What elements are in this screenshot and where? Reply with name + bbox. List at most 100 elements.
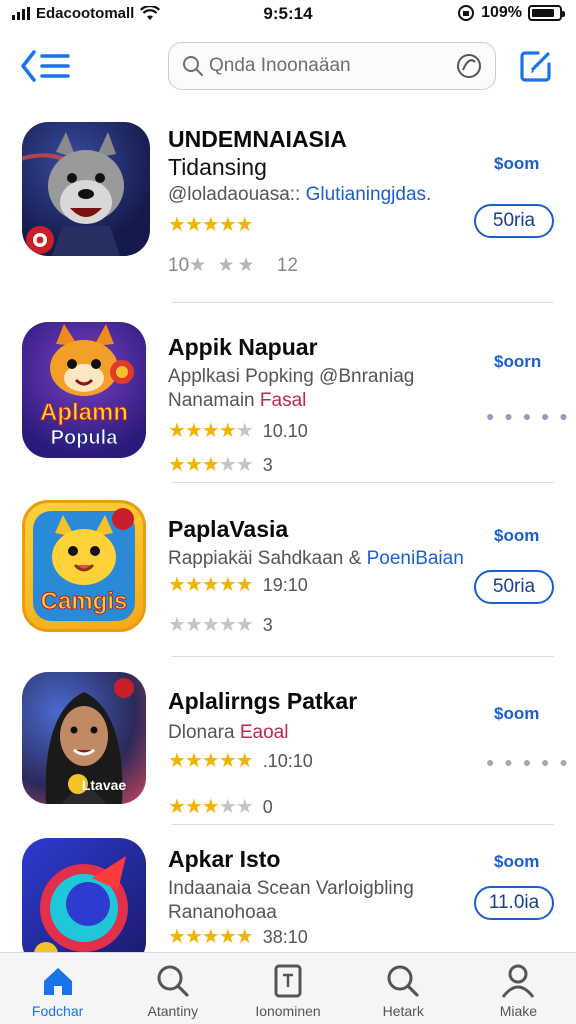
star-icon: ★ bbox=[218, 750, 237, 772]
star-icon: ★ bbox=[235, 214, 254, 236]
star-icon: ★ bbox=[201, 750, 220, 772]
star-icon: ★ bbox=[201, 214, 220, 236]
divider bbox=[172, 656, 554, 657]
get-button[interactable]: 50ria bbox=[474, 204, 554, 238]
cat-mascot-icon: Aplamn Popula bbox=[39, 324, 134, 449]
star-icon: ★ bbox=[168, 796, 186, 818]
star-icon: ★ bbox=[235, 750, 254, 772]
meta-value: 10 bbox=[168, 255, 190, 276]
star-icon: ★ bbox=[201, 574, 220, 596]
compose-icon bbox=[520, 51, 551, 82]
star-icon: ★ bbox=[184, 796, 203, 818]
app-subtitle: Rappiakäi Sahdkaan & PoeniBaian bbox=[168, 548, 464, 570]
app-subtitle: Indaanaia Scean Varloigbling bbox=[168, 878, 414, 899]
star-rating: ★★★★★ 19:10 bbox=[168, 572, 308, 597]
star-icon: ★ bbox=[235, 454, 254, 476]
star-icon: ★ bbox=[218, 796, 237, 818]
star-icon: ★ bbox=[218, 574, 237, 596]
rating-value: 10.10 bbox=[262, 421, 308, 441]
tab-label: Miake bbox=[499, 1003, 538, 1019]
star-icon: ★ bbox=[218, 420, 237, 442]
search-icon bbox=[157, 965, 189, 997]
document-icon bbox=[274, 964, 302, 998]
star-rating-secondary: ★★★★★ 3 bbox=[168, 612, 273, 637]
subtitle-text: Rappiakäi Sahdkaan & bbox=[168, 548, 367, 569]
app-title[interactable]: PaplaVasia bbox=[168, 516, 288, 543]
get-button[interactable]: 50ria bbox=[474, 570, 554, 604]
star-icon: ★ bbox=[235, 614, 254, 636]
rating-value: 0 bbox=[262, 797, 273, 817]
rating-value: 3 bbox=[262, 455, 273, 475]
divider bbox=[172, 482, 554, 483]
app-title[interactable]: Apkar Isto bbox=[168, 846, 280, 873]
app-title[interactable]: Appik Napuar bbox=[168, 334, 318, 361]
chevron-list-icon bbox=[21, 50, 70, 82]
star-icon: ★ bbox=[201, 796, 220, 818]
star-rating-secondary: ★★★★★ 3 bbox=[168, 452, 273, 477]
person-photo-icon: Ltavae bbox=[45, 678, 134, 804]
star-icon: ★ bbox=[168, 574, 186, 596]
star-rating: ★★★★★ bbox=[168, 212, 254, 237]
star-rating: ★★★★★ 10.10 bbox=[168, 418, 308, 443]
star-icon: ★ bbox=[168, 214, 186, 236]
icon-label-1: Aplamn bbox=[40, 399, 128, 426]
battery-level bbox=[532, 9, 555, 17]
status-bar: Edacootomall 9:5:14 109% bbox=[0, 0, 576, 28]
compose-button[interactable] bbox=[518, 48, 554, 84]
star-icon: ★ bbox=[235, 420, 254, 442]
orientation-lock-icon bbox=[458, 5, 475, 21]
list-item[interactable]: Aplamn Popula Appik Napuar Applkasi Popk… bbox=[0, 318, 576, 490]
app-title[interactable]: Aplalirngs Patkar bbox=[168, 688, 357, 715]
search-bar[interactable] bbox=[168, 42, 496, 90]
swirl-logo-icon bbox=[34, 856, 128, 952]
app-list[interactable]: UNDEMNAIASIA Tidansing @loladaouasa:: Gl… bbox=[0, 110, 576, 952]
voice-search-icon[interactable] bbox=[455, 52, 483, 80]
tab-bar: Fodchar Atantiny Ionominen Hetark Miake bbox=[0, 952, 576, 1024]
app-subtitle: Dlonara Eaoal bbox=[168, 722, 288, 744]
search-input[interactable] bbox=[209, 55, 455, 77]
tab-search-2[interactable]: Hetark bbox=[346, 953, 461, 1024]
tab-home[interactable]: Fodchar bbox=[0, 953, 115, 1024]
meta-count: 12 bbox=[276, 255, 298, 276]
app-icon[interactable] bbox=[22, 838, 146, 952]
app-icon[interactable] bbox=[22, 122, 150, 256]
app-developer: @loladaouasa:: Glutianingjdas. bbox=[168, 184, 431, 206]
app-price: $oom bbox=[494, 154, 540, 173]
tab-documents[interactable]: Ionominen bbox=[230, 953, 345, 1024]
tab-search[interactable]: Atantiny bbox=[115, 953, 230, 1024]
icon-label: Camgis bbox=[41, 588, 128, 615]
list-item[interactable]: Ltavae Aplalirngs Patkar Dlonara Eaoal ★… bbox=[0, 670, 576, 842]
app-icon[interactable]: Aplamn Popula bbox=[22, 322, 146, 458]
star-rating: ★★★★★ 38:10 bbox=[168, 924, 308, 949]
app-developer: Rananohoaa bbox=[168, 902, 277, 923]
rating-value: 3 bbox=[262, 615, 273, 635]
app-price: $oom bbox=[494, 852, 540, 871]
star-icon: ★ bbox=[218, 926, 237, 948]
star-icon: ★ bbox=[235, 796, 254, 818]
star-icon: ★ bbox=[184, 926, 203, 948]
rating-value: .10:10 bbox=[262, 751, 313, 771]
star-icon: ★ bbox=[184, 214, 203, 236]
divider bbox=[172, 302, 554, 303]
tab-profile[interactable]: Miake bbox=[461, 953, 576, 1024]
search-icon bbox=[183, 56, 203, 76]
app-meta: 10★ ★★ 12 bbox=[168, 254, 298, 277]
list-item[interactable]: UNDEMNAIASIA Tidansing @loladaouasa:: Gl… bbox=[0, 110, 576, 303]
star-icon: ★ bbox=[184, 750, 203, 772]
star-icon: ★ bbox=[184, 454, 203, 476]
battery-percent: 109% bbox=[481, 4, 522, 21]
app-title[interactable]: UNDEMNAIASIA bbox=[168, 126, 347, 153]
app-subtitle: Tidansing bbox=[168, 154, 267, 180]
app-icon[interactable]: Ltavae bbox=[22, 672, 146, 804]
more-options-icon[interactable]: ● ● ● ● ● bbox=[486, 754, 571, 770]
list-item[interactable]: Camgis PaplaVasia Rappiakäi Sahdkaan & P… bbox=[0, 496, 576, 668]
back-menu-button[interactable] bbox=[20, 48, 76, 88]
app-icon[interactable]: Camgis bbox=[22, 500, 146, 632]
tab-label: Atantiny bbox=[147, 1003, 199, 1019]
icon-label-2: Popula bbox=[51, 427, 119, 449]
more-options-icon[interactable]: ● ● ● ● ● bbox=[486, 408, 571, 424]
star-icon: ★ bbox=[218, 214, 237, 236]
list-item[interactable]: Apkar Isto Indaanaia Scean Varloigbling … bbox=[0, 836, 576, 952]
person-icon bbox=[502, 964, 535, 998]
get-button[interactable]: 11.0ia bbox=[474, 886, 554, 920]
